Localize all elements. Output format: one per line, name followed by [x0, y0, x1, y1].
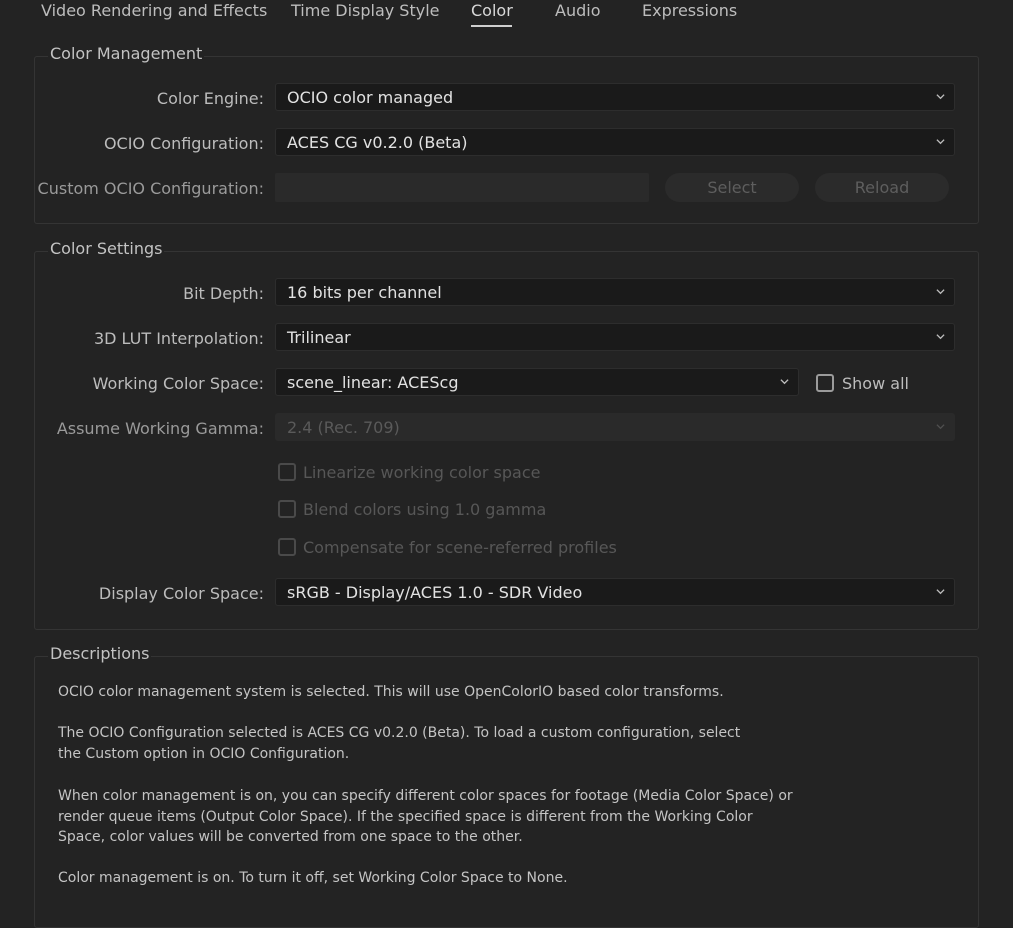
chevron-down-icon — [936, 587, 945, 596]
color-engine-value: OCIO color managed — [287, 88, 454, 107]
compensate-label: Compensate for scene-referred profiles — [303, 538, 617, 557]
tab-video-rendering[interactable]: Video Rendering and Effects — [41, 1, 267, 20]
descriptions-title: Descriptions — [48, 644, 152, 663]
blend-checkbox — [278, 500, 296, 518]
linearize-checkbox — [278, 463, 296, 481]
chevron-down-icon — [936, 287, 945, 296]
custom-ocio-label: Custom OCIO Configuration: — [37, 179, 264, 198]
chevron-down-icon — [936, 137, 945, 146]
bit-depth-label: Bit Depth: — [183, 284, 264, 303]
description-paragraph: When color management is on, you can spe… — [58, 788, 793, 845]
description-paragraph: OCIO color management system is selected… — [58, 684, 724, 700]
bit-depth-dropdown[interactable]: 16 bits per channel — [275, 278, 955, 306]
show-all-checkbox[interactable] — [816, 374, 834, 392]
description-paragraph: Color management is on. To turn it off, … — [58, 870, 568, 886]
lut-interpolation-label: 3D LUT Interpolation: — [93, 329, 264, 348]
reload-button: Reload — [815, 173, 949, 202]
linearize-label: Linearize working color space — [303, 463, 541, 482]
chevron-down-icon — [936, 422, 945, 431]
bit-depth-value: 16 bits per channel — [287, 283, 442, 302]
assume-gamma-label: Assume Working Gamma: — [56, 419, 264, 438]
color-engine-dropdown[interactable]: OCIO color managed — [275, 83, 955, 111]
tab-time-display[interactable]: Time Display Style — [291, 1, 440, 20]
ocio-configuration-label: OCIO Configuration: — [103, 134, 264, 153]
tab-audio[interactable]: Audio — [555, 1, 600, 20]
tab-color[interactable]: Color — [471, 1, 513, 20]
select-button: Select — [665, 173, 799, 202]
chevron-down-icon — [936, 92, 945, 101]
show-all-label: Show all — [842, 374, 909, 393]
compensate-checkbox — [278, 538, 296, 556]
ocio-configuration-value: ACES CG v0.2.0 (Beta) — [287, 133, 468, 152]
color-settings-title: Color Settings — [48, 239, 165, 258]
custom-ocio-field — [275, 173, 649, 202]
working-color-space-label: Working Color Space: — [92, 374, 264, 393]
assume-gamma-value: 2.4 (Rec. 709) — [287, 418, 400, 437]
chevron-down-icon — [780, 377, 789, 386]
tab-expressions[interactable]: Expressions — [642, 1, 737, 20]
display-color-space-value: sRGB - Display/ACES 1.0 - SDR Video — [287, 583, 583, 602]
display-color-space-label: Display Color Space: — [98, 584, 264, 603]
working-color-space-dropdown[interactable]: scene_linear: ACEScg — [275, 368, 799, 396]
lut-interpolation-dropdown[interactable]: Trilinear — [275, 323, 955, 351]
display-color-space-dropdown[interactable]: sRGB - Display/ACES 1.0 - SDR Video — [275, 578, 955, 606]
assume-gamma-dropdown: 2.4 (Rec. 709) — [275, 413, 955, 441]
active-tab-indicator — [471, 25, 512, 27]
chevron-down-icon — [936, 332, 945, 341]
working-color-space-value: scene_linear: ACEScg — [287, 373, 459, 392]
ocio-configuration-dropdown[interactable]: ACES CG v0.2.0 (Beta) — [275, 128, 955, 156]
lut-interpolation-value: Trilinear — [287, 328, 351, 347]
color-engine-label: Color Engine: — [156, 89, 264, 108]
color-management-title: Color Management — [48, 44, 205, 63]
description-paragraph: The OCIO Configuration selected is ACES … — [58, 725, 741, 762]
blend-label: Blend colors using 1.0 gamma — [303, 500, 547, 519]
tab-bar: Video Rendering and Effects Time Display… — [0, 0, 1013, 34]
